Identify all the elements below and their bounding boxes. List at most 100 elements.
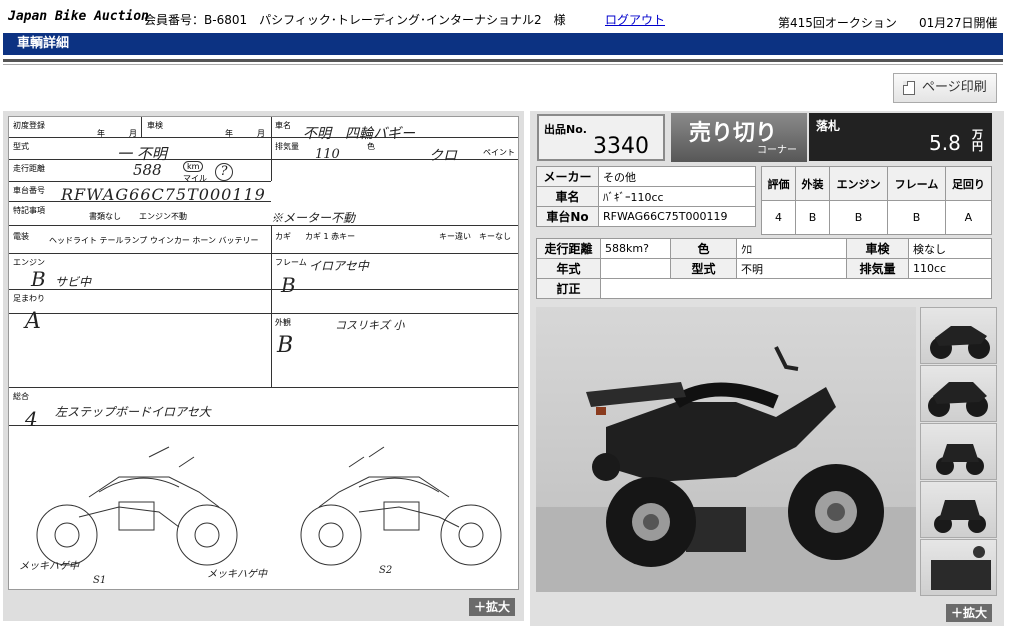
hand-frame-no: RFWAG66C75T000119: [61, 185, 266, 204]
maker-label: メーカー: [536, 166, 599, 187]
label-year: 年: [97, 129, 105, 138]
grade-suspension: A: [944, 200, 993, 235]
hand-mileage: 588: [133, 161, 162, 179]
hand-frame-grade: B: [281, 273, 296, 297]
motorcycle-diagram-right: [300, 446, 502, 566]
hand-suspension-grade: A: [25, 309, 41, 334]
label-car-name: 車名: [275, 121, 291, 130]
inspection-value: 検なし: [908, 238, 992, 259]
hand-car-name: 不明 四輪バギー: [303, 126, 415, 142]
vehicle-name-value: ﾊﾞｷﾞｰ110cc: [598, 186, 756, 207]
model-value: 不明: [736, 258, 847, 279]
print-button-label: ページ印刷: [922, 80, 987, 95]
hand-engine-grade: B: [31, 267, 46, 291]
color-label: 色: [670, 238, 737, 259]
atv-thumbnail-image: [936, 444, 984, 475]
hand-engine-note: サビ中: [55, 275, 92, 289]
atv-thumbnail-image: [934, 500, 986, 533]
thumbnail-4[interactable]: [920, 481, 997, 538]
grade-frame: B: [887, 200, 946, 235]
atv-image: [536, 346, 916, 592]
hand-overall-grade: 4: [25, 407, 38, 431]
label-equipment-items: ヘッドライト テールランプ ウインカー ホーン バッテリー: [49, 236, 259, 245]
print-icon: [903, 81, 915, 95]
lot-label: 出品No.: [544, 123, 587, 136]
hand-color: クロ: [429, 148, 457, 164]
sold-corner: コーナー: [757, 145, 797, 156]
label-year: 年: [225, 129, 233, 138]
correction-value: [600, 278, 992, 299]
frame-no-label: 車台No: [536, 206, 599, 227]
label-doc-none: 書類なし: [89, 212, 121, 221]
vehicle-name-label: 車名: [536, 186, 599, 207]
color-value: ｸﾛ: [736, 238, 847, 259]
grade-header-frame: フレーム: [887, 166, 946, 201]
displacement-label: 排気量: [846, 258, 909, 279]
hand-diagram-left-b: S1: [93, 575, 107, 586]
zoom-sheet-button[interactable]: ＋拡大: [469, 598, 516, 616]
basic-info-table: メーカー その他 車名 ﾊﾞｷﾞｰ110cc 車台No RFWAG66C75T0…: [536, 166, 756, 227]
label-km: km: [183, 161, 204, 172]
auction-round: 第415回オークション: [778, 16, 897, 30]
grade-header-exterior: 外装: [795, 166, 830, 201]
zoom-photo-button[interactable]: ＋拡大: [946, 604, 993, 622]
label-engine-dead: エンジン不動: [139, 212, 187, 221]
page-title: 車輌詳細: [17, 36, 70, 51]
hand-diagram-right-a: メッキハゲ中: [207, 569, 267, 580]
auction-sheet-panel: 初度登録 年 月 車検 年 月 車名 型式 排気量 色 ペイント 走行距離 km…: [3, 111, 524, 621]
grade-overall: 4: [761, 200, 796, 235]
hand-diagram-right-b: S2: [379, 565, 393, 576]
hand-exterior-grade: B: [277, 333, 294, 358]
page-title-bar: 車輌詳細: [3, 33, 1003, 55]
label-first-reg: 初度登録: [13, 121, 45, 130]
lot-number: 3340: [593, 134, 649, 159]
label-paint: ペイント: [483, 148, 515, 157]
divider: [3, 59, 1003, 62]
label-equipment: 電装: [13, 232, 29, 241]
winning-bid-label: 落札: [816, 119, 841, 133]
hand-overall-note: 左ステップボードイロアセ大: [55, 405, 211, 419]
grade-header-engine: エンジン: [828, 166, 889, 201]
motorcycle-diagram-left: [36, 446, 238, 566]
label-inspection: 車検: [147, 121, 163, 130]
year-label: 年式: [536, 258, 601, 279]
label-model: 型式: [13, 142, 29, 151]
thumbnail-5[interactable]: [920, 539, 997, 596]
member-info: 会員番号：B-6801 パシフィック･トレーディング･インターナショナル2 様: [144, 13, 566, 27]
inspection-label: 車検: [846, 238, 909, 259]
label-month: 月: [257, 129, 265, 138]
label-key: カギ: [275, 232, 291, 241]
thumbnail-1[interactable]: [920, 307, 997, 364]
print-page-button[interactable]: ページ印刷: [893, 73, 997, 103]
label-mileage: 走行距離: [13, 164, 45, 173]
label-frame-no: 車台番号: [13, 186, 45, 195]
atv-thumbnail-image: [930, 326, 990, 359]
detail-info-table: 走行距離 588km? 色 ｸﾛ 車検 検なし 年式 型式 不明 排気量 110…: [536, 238, 992, 299]
model-label: 型式: [670, 258, 737, 279]
label-displacement: 排気量: [275, 142, 299, 151]
main-vehicle-photo[interactable]: [536, 307, 916, 592]
label-mile: マイル: [183, 174, 207, 183]
thumbnail-2[interactable]: [920, 365, 997, 422]
label-notes: 特記事項: [13, 206, 45, 215]
hand-displacement: 110: [315, 147, 340, 162]
atv-thumbnail-image: [931, 546, 991, 590]
year-value: [600, 258, 671, 279]
hand-frame-note: イロアセ中: [309, 259, 369, 273]
auction-date: 01月27日開催: [919, 16, 998, 30]
grade-header-overall: 評価: [761, 166, 796, 201]
label-frame: フレーム: [275, 258, 307, 267]
label-overall: 総合: [13, 392, 29, 401]
label-key-right: キー違い キーなし: [439, 232, 511, 241]
logout-link[interactable]: ログアウト: [605, 11, 665, 28]
label-exterior: 外観: [275, 318, 291, 327]
hand-exterior-note: コスリキズ 小: [335, 319, 405, 332]
top-bar: Japan Bike Auction 会員番号：B-6801 パシフィック･トレ…: [0, 0, 1011, 30]
winning-bid-value: 5.8: [929, 131, 961, 155]
winning-bid-unit: 万円: [972, 128, 983, 153]
maker-value: その他: [598, 166, 756, 187]
label-suspension: 足まわり: [13, 294, 45, 303]
grade-header-suspension: 足回り: [944, 166, 993, 201]
atv-thumbnail-image: [928, 382, 988, 417]
thumbnail-3[interactable]: [920, 423, 997, 480]
